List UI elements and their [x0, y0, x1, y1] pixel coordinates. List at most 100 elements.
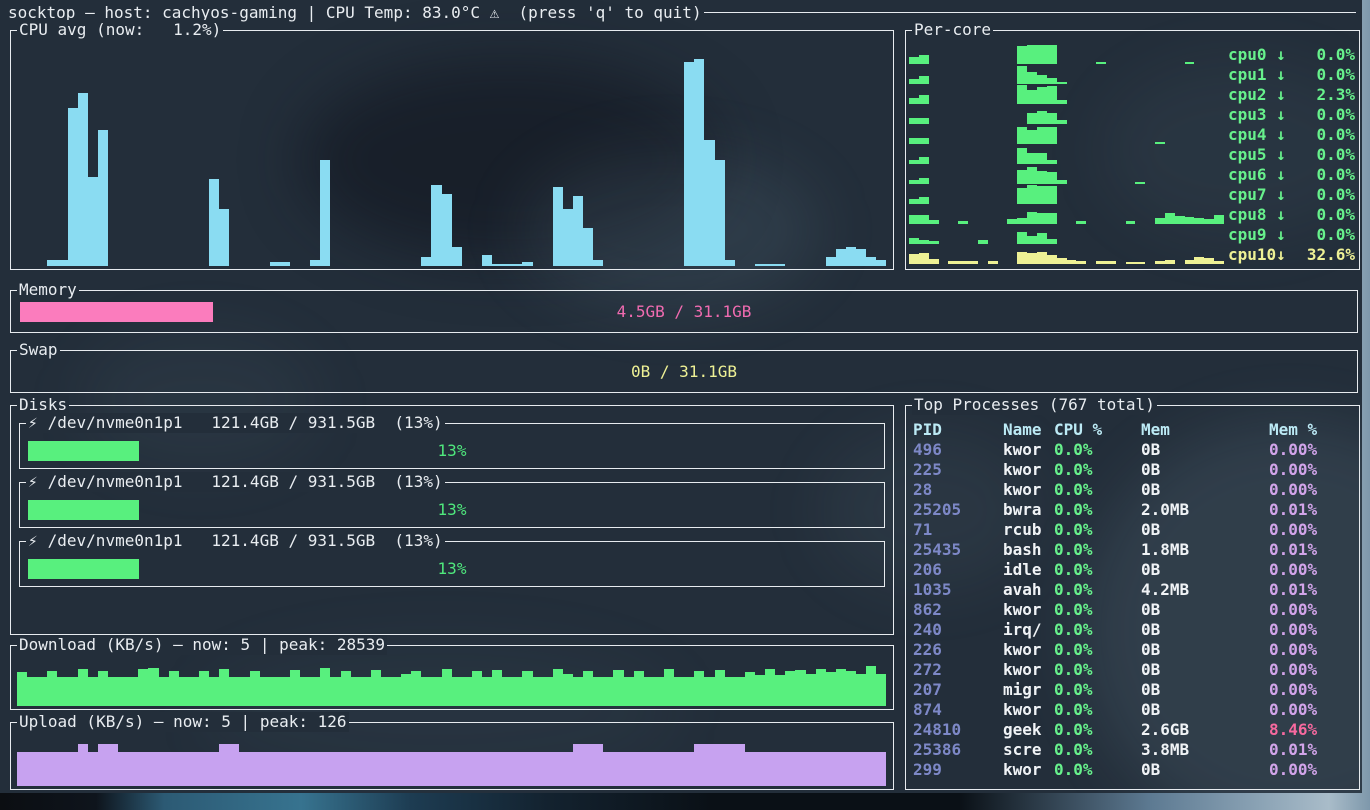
process-name: kwor: [1003, 660, 1054, 680]
core-row: cpu3 ↓0.0%: [909, 104, 1355, 124]
disk-percent-label: 13%: [28, 559, 876, 579]
process-name: kwor: [1003, 700, 1054, 720]
core-label: cpu2 ↓2.3%: [1228, 85, 1355, 104]
process-mem: 2.0MB: [1141, 500, 1269, 520]
process-pid: 24810: [913, 720, 1003, 740]
core-label: cpu7 ↓0.0%: [1228, 185, 1355, 204]
process-mem: 0B: [1141, 760, 1269, 780]
process-name: kwor: [1003, 480, 1054, 500]
process-cpu: 0.0%: [1054, 500, 1141, 520]
process-mem: 0B: [1141, 560, 1269, 580]
process-pid: 28: [913, 480, 1003, 500]
core-usage-value: 32.6%: [1307, 245, 1355, 264]
disk-entry: ⚡/dev/nvme0n1p1 121.4GB / 931.5GB (13%) …: [19, 423, 885, 469]
disk-entry-title: ⚡/dev/nvme0n1p1 121.4GB / 931.5GB (13%): [26, 472, 445, 492]
cpu-avg-panel: CPU avg (now: 1.2%): [10, 30, 894, 270]
process-cpu: 0.0%: [1054, 760, 1141, 780]
core-sparkline: [909, 45, 1224, 64]
disks-title: Disks: [17, 395, 69, 415]
process-mem: 0B: [1141, 520, 1269, 540]
core-row: cpu7 ↓0.0%: [909, 184, 1355, 204]
process-row: 874 kwor 0.0% 0B 0.00%: [913, 700, 1355, 720]
process-pid: 25205: [913, 500, 1003, 520]
core-row: cpu9 ↓ 0.0%: [909, 224, 1355, 244]
core-label: cpu8 ↓0.0%: [1228, 205, 1355, 224]
core-usage-value: 0.0%: [1316, 65, 1355, 84]
disk-gauge: 13%: [28, 559, 876, 579]
core-row: cpu10↓ 32.6%: [909, 244, 1355, 264]
core-name: cpu9 ↓: [1228, 225, 1286, 244]
core-label: cpu0 ↓ 0.0%: [1228, 45, 1355, 64]
warning-icon: ⚠: [490, 3, 500, 22]
process-row: 1035 avah 0.0% 4.2MB 0.01%: [913, 580, 1355, 600]
process-cpu: 0.0%: [1054, 440, 1141, 460]
process-pid: 25435: [913, 540, 1003, 560]
process-name: migr: [1003, 680, 1054, 700]
disk-gauge: 13%: [28, 441, 876, 461]
process-mem-percent: 0.00%: [1269, 600, 1355, 620]
core-sparkline: [909, 145, 1224, 164]
core-usage-value: 0.0%: [1316, 165, 1355, 184]
process-mem-percent: 0.00%: [1269, 680, 1355, 700]
top-processes-title: Top Processes (767 total): [912, 395, 1157, 415]
terminal-window: socktop — host: cachyos-gaming | CPU Tem…: [0, 0, 1362, 793]
core-name: cpu0 ↓: [1228, 45, 1286, 64]
process-mem: 3.8MB: [1141, 740, 1269, 760]
core-usage-value: 0.0%: [1316, 225, 1355, 244]
process-cpu: 0.0%: [1054, 520, 1141, 540]
process-name: scre: [1003, 740, 1054, 760]
process-pid: 874: [913, 700, 1003, 720]
header-mem: Mem: [1141, 420, 1269, 440]
process-row: 225 kwor 0.0% 0B 0.00%: [913, 460, 1355, 480]
upload-panel: Upload (KB/s) — now: 5 | peak: 126: [10, 722, 894, 790]
process-mem-percent: 0.01%: [1269, 580, 1355, 600]
core-name: cpu5 ↓: [1228, 145, 1286, 164]
process-mem-percent: 0.00%: [1269, 520, 1355, 540]
core-label: cpu3 ↓0.0%: [1228, 105, 1355, 124]
disk-gauge: 13%: [28, 500, 876, 520]
process-row: 25205 bwra 0.0% 2.0MB 0.01%: [913, 500, 1355, 520]
header-pid: PID: [913, 420, 1003, 440]
process-mem: 0B: [1141, 480, 1269, 500]
process-cpu: 0.0%: [1054, 660, 1141, 680]
process-mem: 0B: [1141, 660, 1269, 680]
process-name: avah: [1003, 580, 1054, 600]
process-row: 862 kwor 0.0% 0B 0.00%: [913, 600, 1355, 620]
process-mem-percent: 0.00%: [1269, 460, 1355, 480]
process-row: 28 kwor 0.0% 0B 0.00%: [913, 480, 1355, 500]
process-name: geek: [1003, 720, 1054, 740]
process-mem: 0B: [1141, 680, 1269, 700]
process-pid: 240: [913, 620, 1003, 640]
header-name: Name: [1003, 420, 1054, 440]
swap-usage-label: 0B / 31.1GB: [20, 362, 1348, 382]
core-name: cpu10↓: [1228, 245, 1286, 264]
process-mem-percent: 0.01%: [1269, 500, 1355, 520]
lightning-icon: ⚡: [28, 413, 38, 432]
header-cpu: CPU %: [1054, 420, 1141, 440]
process-pid: 25386: [913, 740, 1003, 760]
process-row: 207 migr 0.0% 0B 0.00%: [913, 680, 1355, 700]
process-mem-percent: 0.00%: [1269, 760, 1355, 780]
process-mem: 0B: [1141, 700, 1269, 720]
core-label: cpu4 ↓0.0%: [1228, 125, 1355, 144]
process-mem-percent: 8.46%: [1269, 720, 1355, 740]
lightning-icon: ⚡: [28, 531, 38, 550]
download-panel: Download (KB/s) — now: 5 | peak: 28539: [10, 645, 894, 710]
process-name: kwor: [1003, 440, 1054, 460]
core-usage-value: 0.0%: [1316, 45, 1355, 64]
process-cpu: 0.0%: [1054, 460, 1141, 480]
disk-percent-label: 13%: [28, 441, 876, 461]
process-cpu: 0.0%: [1054, 740, 1141, 760]
core-usage-value: 0.0%: [1316, 145, 1355, 164]
process-mem: 0B: [1141, 640, 1269, 660]
core-name: cpu6 ↓: [1228, 165, 1286, 184]
app-title: socktop — host: cachyos-gaming | CPU Tem…: [8, 3, 490, 22]
process-name: kwor: [1003, 600, 1054, 620]
lightning-icon: ⚡: [28, 472, 38, 491]
core-name: cpu2 ↓: [1228, 85, 1286, 104]
process-pid: 272: [913, 660, 1003, 680]
process-mem: 0B: [1141, 440, 1269, 460]
process-row: 25435 bash 0.0% 1.8MB 0.01%: [913, 540, 1355, 560]
memory-usage-label: 4.5GB / 31.1GB: [20, 302, 1348, 322]
core-name: cpu3 ↓: [1228, 105, 1286, 124]
